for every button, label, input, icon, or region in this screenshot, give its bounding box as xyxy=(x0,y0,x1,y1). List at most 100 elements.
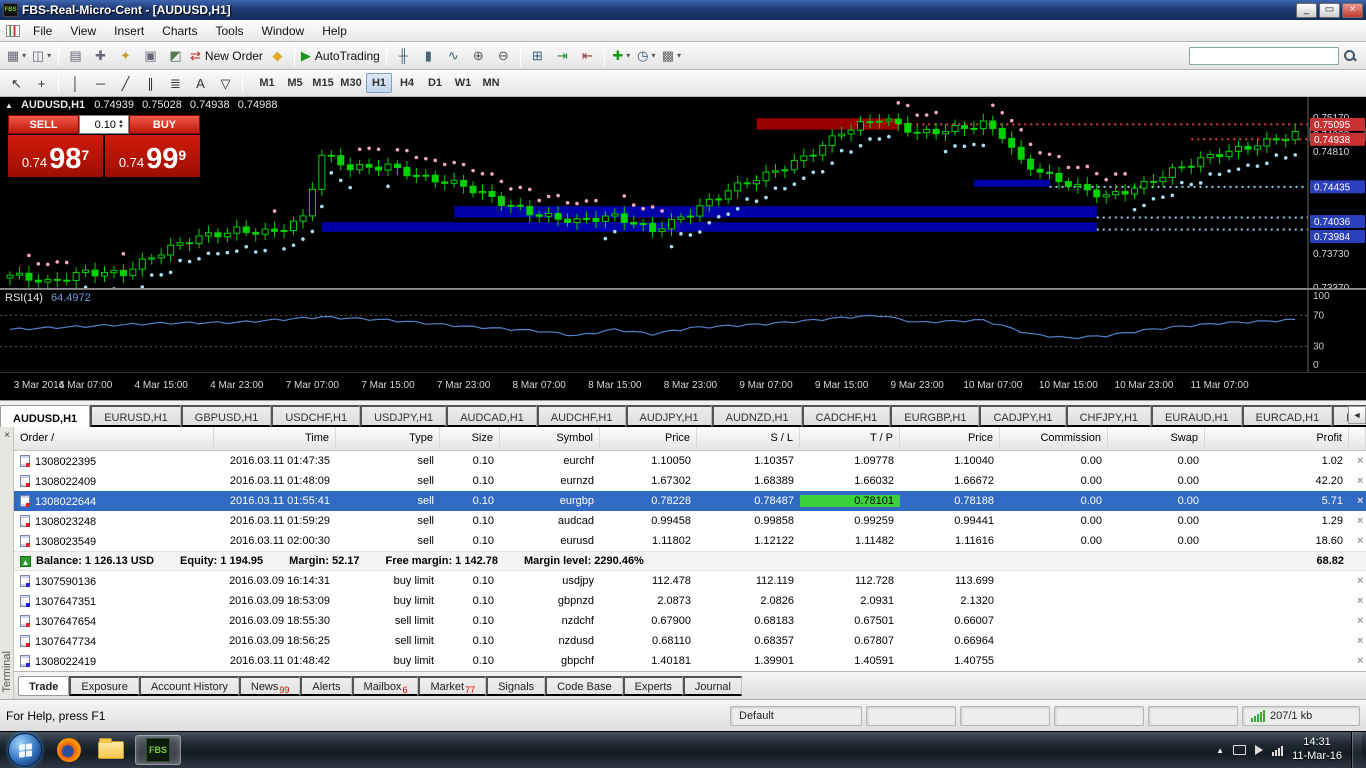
sell-button[interactable]: SELL xyxy=(8,115,79,134)
close-order-button[interactable]: × xyxy=(1355,595,1365,607)
market-watch-button[interactable]: ▤ xyxy=(64,44,87,67)
equidistant-channel-button[interactable]: ∥ xyxy=(139,72,162,95)
display-icon[interactable] xyxy=(1233,745,1247,755)
order-row[interactable]: 1308022395 2016.03.11 01:47:35 sell 0.10 eur… xyxy=(14,451,1366,471)
timeframe-mn[interactable]: MN xyxy=(478,73,504,93)
column-header-size[interactable]: Size xyxy=(440,427,500,450)
close-order-button[interactable]: × xyxy=(1355,635,1365,647)
trendline-button[interactable]: ╱ xyxy=(114,72,137,95)
close-order-button[interactable]: × xyxy=(1355,655,1365,667)
auto-scroll-button[interactable]: ⇥ xyxy=(551,44,574,67)
column-header-time[interactable]: Time xyxy=(214,427,336,450)
column-header-order[interactable]: Order / xyxy=(14,427,214,450)
chart-tab-eurcad-h1[interactable]: EURCAD,H1 xyxy=(1241,405,1333,427)
menu-view[interactable]: View xyxy=(61,21,105,41)
order-row[interactable]: 1307647734 2016.03.09 18:56:25 sell limit 0… xyxy=(14,631,1366,651)
oct-collapse-icon[interactable]: ▲ xyxy=(5,101,13,110)
start-button[interactable] xyxy=(8,733,42,767)
fbs-terminal-button[interactable]: FBS xyxy=(135,735,181,765)
close-button[interactable]: × xyxy=(1342,2,1363,18)
time-axis[interactable]: 3 Mar 2016 4 Mar 07:00 4 Mar 15:00 4 Mar 23… xyxy=(0,372,1366,400)
zoom-out-button[interactable]: ⊖ xyxy=(492,44,515,67)
buy-button[interactable]: BUY xyxy=(129,115,200,134)
timeframe-h4[interactable]: H4 xyxy=(394,73,420,93)
column-header-swap[interactable]: Swap xyxy=(1108,427,1205,450)
order-row[interactable]: 1308022409 2016.03.11 01:48:09 sell 0.10 eur… xyxy=(14,471,1366,491)
network-icon[interactable] xyxy=(1272,745,1284,756)
fibonacci-button[interactable]: ≣ xyxy=(164,72,187,95)
rsi-pane[interactable]: 100 70 30 0 RSI(14) 64.4972 xyxy=(0,290,1366,372)
order-row[interactable]: 1307647654 2016.03.09 18:55:30 sell limit 0… xyxy=(14,611,1366,631)
chart-tab-euraud-h1[interactable]: EURAUD,H1 xyxy=(1151,405,1242,427)
bid-price[interactable]: 0.74 98 7 xyxy=(8,135,103,177)
order-row[interactable]: 1308023248 2016.03.11 01:59:29 sell 0.10 aud… xyxy=(14,511,1366,531)
crosshair-button[interactable]: + xyxy=(30,72,53,95)
menu-charts[interactable]: Charts xyxy=(153,21,206,41)
firefox-button[interactable] xyxy=(51,735,87,765)
candlestick-chart-button[interactable]: ▮ xyxy=(417,44,440,67)
order-row[interactable]: 1308022644 2016.03.11 01:55:41 sell 0.10 eur… xyxy=(14,491,1366,511)
periods-button[interactable]: ◷ ▾ xyxy=(635,44,658,67)
autotrading-button[interactable]: ▶ AutoTrading xyxy=(300,44,381,67)
timeframe-w1[interactable]: W1 xyxy=(450,73,476,93)
order-row[interactable]: 1307590136 2016.03.09 16:14:31 buy limit 0.… xyxy=(14,571,1366,591)
terminal-tab-news[interactable]: News99 xyxy=(238,675,301,696)
close-order-button[interactable]: × xyxy=(1355,475,1365,487)
terminal-button[interactable]: ▣ xyxy=(139,44,162,67)
chart-tab-audusd-h1[interactable]: AUDUSD,H1 xyxy=(0,405,91,427)
chart-tab-scroll-button[interactable]: ◄ xyxy=(1348,406,1366,424)
data-window-button[interactable]: ✚ xyxy=(89,44,112,67)
close-order-button[interactable]: × xyxy=(1355,495,1365,507)
close-order-button[interactable]: × xyxy=(1355,535,1365,547)
arrow-objects-button[interactable]: ▽ xyxy=(214,72,237,95)
column-header-tp[interactable]: T / P xyxy=(800,427,900,450)
new-chart-button[interactable]: ▦ ▾ xyxy=(5,44,28,67)
chart-tab-audchf-h1[interactable]: AUDCHF,H1 xyxy=(536,405,626,427)
column-header-price[interactable]: Price xyxy=(600,427,697,450)
chart-tab-usdchf-h1[interactable]: USDCHF,H1 xyxy=(271,405,361,427)
order-row[interactable]: 1308022419 2016.03.11 01:48:42 buy limit 0.… xyxy=(14,651,1366,671)
column-header-close[interactable] xyxy=(1349,427,1366,450)
chart-tab-eurgbp-h1[interactable]: EURGBP,H1 xyxy=(890,405,980,427)
order-row[interactable]: 1308023549 2016.03.11 02:00:30 sell 0.10 eur… xyxy=(14,531,1366,551)
indicators-button[interactable]: ✚ ▾ xyxy=(610,44,633,67)
profiles-button[interactable]: ◫ ▾ xyxy=(30,44,53,67)
vertical-line-button[interactable]: │ xyxy=(64,72,87,95)
terminal-close-button[interactable]: × xyxy=(1,429,13,441)
column-header-symbol[interactable]: Symbol xyxy=(500,427,600,450)
search-input[interactable] xyxy=(1189,46,1339,65)
hidden-icons-button[interactable]: ▲ xyxy=(1216,746,1224,755)
column-header-type[interactable]: Type xyxy=(336,427,440,450)
chart-tab-audjpy-h1[interactable]: AUDJPY,H1 xyxy=(625,405,712,427)
menu-tools[interactable]: Tools xyxy=(207,21,253,41)
terminal-tab-market[interactable]: Market77 xyxy=(418,675,487,696)
horizontal-line-button[interactable]: ─ xyxy=(89,72,112,95)
menu-help[interactable]: Help xyxy=(313,21,356,41)
timeframe-d1[interactable]: D1 xyxy=(422,73,448,93)
strategy-tester-button[interactable]: ◩ xyxy=(164,44,187,67)
terminal-tab-code-base[interactable]: Code Base xyxy=(545,675,623,696)
timeframe-m1[interactable]: M1 xyxy=(254,73,280,93)
metaeditor-button[interactable]: ◆ xyxy=(266,44,289,67)
profile-panel[interactable]: Default xyxy=(730,705,862,726)
new-order-button[interactable]: ⇄ New Order xyxy=(189,44,264,67)
restore-button[interactable]: ▭ xyxy=(1319,2,1340,18)
price-chart[interactable]: 0.751700.749880.748100.744500.740900.737… xyxy=(0,97,1366,288)
timeframe-m15[interactable]: M15 xyxy=(310,73,336,93)
terminal-tab-exposure[interactable]: Exposure xyxy=(69,675,139,696)
chart-tab-usdjpy-h1[interactable]: USDJPY,H1 xyxy=(360,405,447,427)
close-order-button[interactable]: × xyxy=(1355,455,1365,467)
taskbar-clock[interactable]: 14:31 11-Mar-16 xyxy=(1292,736,1342,764)
terminal-tab-mailbox[interactable]: Mailbox6 xyxy=(351,675,419,696)
close-order-button[interactable]: × xyxy=(1355,615,1365,627)
volume-icon[interactable] xyxy=(1255,745,1264,755)
text-label-button[interactable]: A xyxy=(189,72,212,95)
search-icon[interactable] xyxy=(1342,48,1358,64)
terminal-tab-account-history[interactable]: Account History xyxy=(138,675,239,696)
volume-spin-arrows[interactable]: ▲ ▼ xyxy=(116,119,126,130)
terminal-tab-signals[interactable]: Signals xyxy=(486,675,546,696)
minimize-button[interactable]: _ xyxy=(1296,2,1317,18)
line-chart-button[interactable]: ∿ xyxy=(442,44,465,67)
chart-tab-audnzd-h1[interactable]: AUDNZD,H1 xyxy=(711,405,802,427)
zoom-in-button[interactable]: ⊕ xyxy=(467,44,490,67)
